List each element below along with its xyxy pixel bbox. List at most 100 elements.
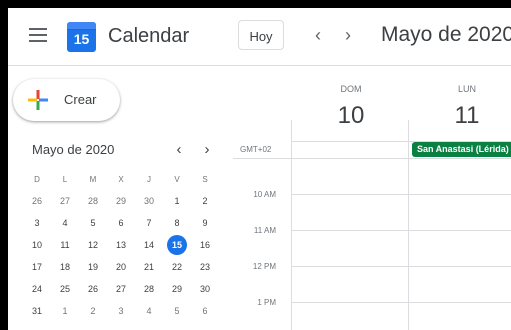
mini-day-number: 8 — [174, 218, 180, 228]
mini-day[interactable]: 1 — [51, 300, 79, 322]
time-label: 11 AM — [253, 226, 276, 235]
mini-day-number: 1 — [174, 196, 180, 206]
mini-day-number: 2 — [90, 306, 96, 316]
time-label: 1 PM — [257, 298, 276, 307]
mini-calendar-prev-button[interactable]: ‹ — [172, 141, 186, 158]
mini-day-number: 26 — [31, 196, 42, 206]
mini-day[interactable]: 13 — [107, 234, 135, 256]
mini-day[interactable]: 8 — [163, 212, 191, 234]
mini-day-number: 31 — [31, 306, 42, 316]
mini-day-number: 5 — [174, 306, 180, 316]
mini-day[interactable]: 5 — [163, 300, 191, 322]
mini-weekday-header: D — [34, 174, 40, 184]
mini-week-row: 24 25 26 27 28 29 30 — [23, 278, 219, 300]
prev-period-button[interactable]: ‹ — [308, 23, 328, 47]
mini-day-number: 23 — [199, 262, 210, 272]
mini-day[interactable]: 23 — [191, 256, 219, 278]
mini-day[interactable]: 28 — [135, 278, 163, 300]
mini-day[interactable]: 26 — [23, 190, 51, 212]
hour-line — [291, 230, 511, 231]
mini-day[interactable]: 6 — [191, 300, 219, 322]
mini-day[interactable]: 27 — [107, 278, 135, 300]
mini-day[interactable]: 31 — [23, 300, 51, 322]
mini-day-number: 16 — [199, 240, 210, 250]
mini-day[interactable]: 12 — [79, 234, 107, 256]
mini-day[interactable]: 27 — [51, 190, 79, 212]
mini-day[interactable]: 3 — [107, 300, 135, 322]
mini-day-number: 7 — [146, 218, 152, 228]
mini-day[interactable]: 25 — [51, 278, 79, 300]
mini-day[interactable]: 30 — [191, 278, 219, 300]
mini-day-number: 26 — [87, 284, 98, 294]
mini-day-number: 11 — [60, 240, 70, 250]
mini-day[interactable]: 20 — [107, 256, 135, 278]
column-divider — [291, 120, 292, 330]
mini-day[interactable]: 22 — [163, 256, 191, 278]
mini-day[interactable]: 6 — [107, 212, 135, 234]
mini-day[interactable]: 26 — [79, 278, 107, 300]
mini-day[interactable]: 17 — [23, 256, 51, 278]
mini-day[interactable]: 29 — [163, 278, 191, 300]
mini-day[interactable]: 28 — [79, 190, 107, 212]
hour-line — [291, 302, 511, 303]
mini-day[interactable]: 30 — [135, 190, 163, 212]
mini-day-today[interactable]: 15 — [163, 234, 191, 256]
allday-event[interactable]: San Anastasi (Lérida) — [412, 142, 511, 157]
current-range-title: Mayo de 2020 — [381, 23, 511, 46]
day-number[interactable]: 10 — [326, 102, 376, 130]
mini-day-number: 30 — [199, 284, 210, 294]
mini-day-number: 10 — [31, 240, 42, 250]
mini-day[interactable]: 10 — [23, 234, 51, 256]
mini-day[interactable]: 9 — [191, 212, 219, 234]
mini-week-row: 26 27 28 29 30 1 2 — [23, 190, 219, 212]
mini-day-number: 21 — [143, 262, 154, 272]
timezone-label: GMT+02 — [240, 145, 272, 154]
mini-day[interactable]: 2 — [79, 300, 107, 322]
mini-day-number: 30 — [143, 196, 154, 206]
mini-day[interactable]: 4 — [51, 212, 79, 234]
create-button[interactable]: Crear — [13, 79, 120, 121]
mini-day-number: 2 — [202, 196, 208, 206]
mini-day-number: 1 — [62, 306, 68, 316]
mini-day[interactable]: 14 — [135, 234, 163, 256]
mini-day-number: 24 — [31, 284, 42, 294]
menu-icon[interactable] — [29, 28, 47, 42]
mini-day[interactable]: 3 — [23, 212, 51, 234]
logo-day: 15 — [73, 31, 90, 47]
mini-day[interactable]: 2 — [191, 190, 219, 212]
mini-calendar-next-button[interactable]: › — [200, 141, 214, 158]
mini-day[interactable]: 18 — [51, 256, 79, 278]
today-button[interactable]: Hoy — [238, 20, 284, 50]
day-number[interactable]: 11 — [442, 102, 492, 130]
mini-day[interactable]: 19 — [79, 256, 107, 278]
mini-weekday-row: DLMXJVS — [23, 168, 219, 190]
mini-day-number: 12 — [87, 240, 98, 250]
grid-top-border — [233, 158, 511, 159]
mini-day-number: 28 — [87, 196, 98, 206]
mini-day[interactable]: 7 — [135, 212, 163, 234]
mini-day[interactable]: 21 — [135, 256, 163, 278]
mini-day-number: 6 — [118, 218, 124, 228]
mini-day-number: 27 — [59, 196, 70, 206]
mini-day[interactable]: 4 — [135, 300, 163, 322]
mini-day[interactable]: 16 — [191, 234, 219, 256]
hour-line — [291, 266, 511, 267]
mini-day[interactable]: 24 — [23, 278, 51, 300]
create-label: Crear — [64, 92, 97, 107]
next-period-button[interactable]: › — [338, 23, 358, 47]
mini-calendar-title: Mayo de 2020 — [32, 142, 115, 157]
mini-day-number: 3 — [34, 218, 40, 228]
time-label: 10 AM — [253, 190, 276, 199]
calendar-logo[interactable]: 15 — [67, 22, 96, 52]
mini-day[interactable]: 29 — [107, 190, 135, 212]
mini-day-number: 4 — [146, 306, 152, 316]
mini-weekday-header: L — [62, 174, 68, 184]
mini-day-number: 15 — [167, 235, 187, 255]
time-label: 12 PM — [252, 262, 276, 271]
mini-day[interactable]: 1 — [163, 190, 191, 212]
mini-day-number: 28 — [143, 284, 154, 294]
mini-day[interactable]: 5 — [79, 212, 107, 234]
mini-day-number: 17 — [31, 262, 42, 272]
mini-day[interactable]: 11 — [51, 234, 79, 256]
mini-weekday-header: M — [89, 174, 97, 184]
